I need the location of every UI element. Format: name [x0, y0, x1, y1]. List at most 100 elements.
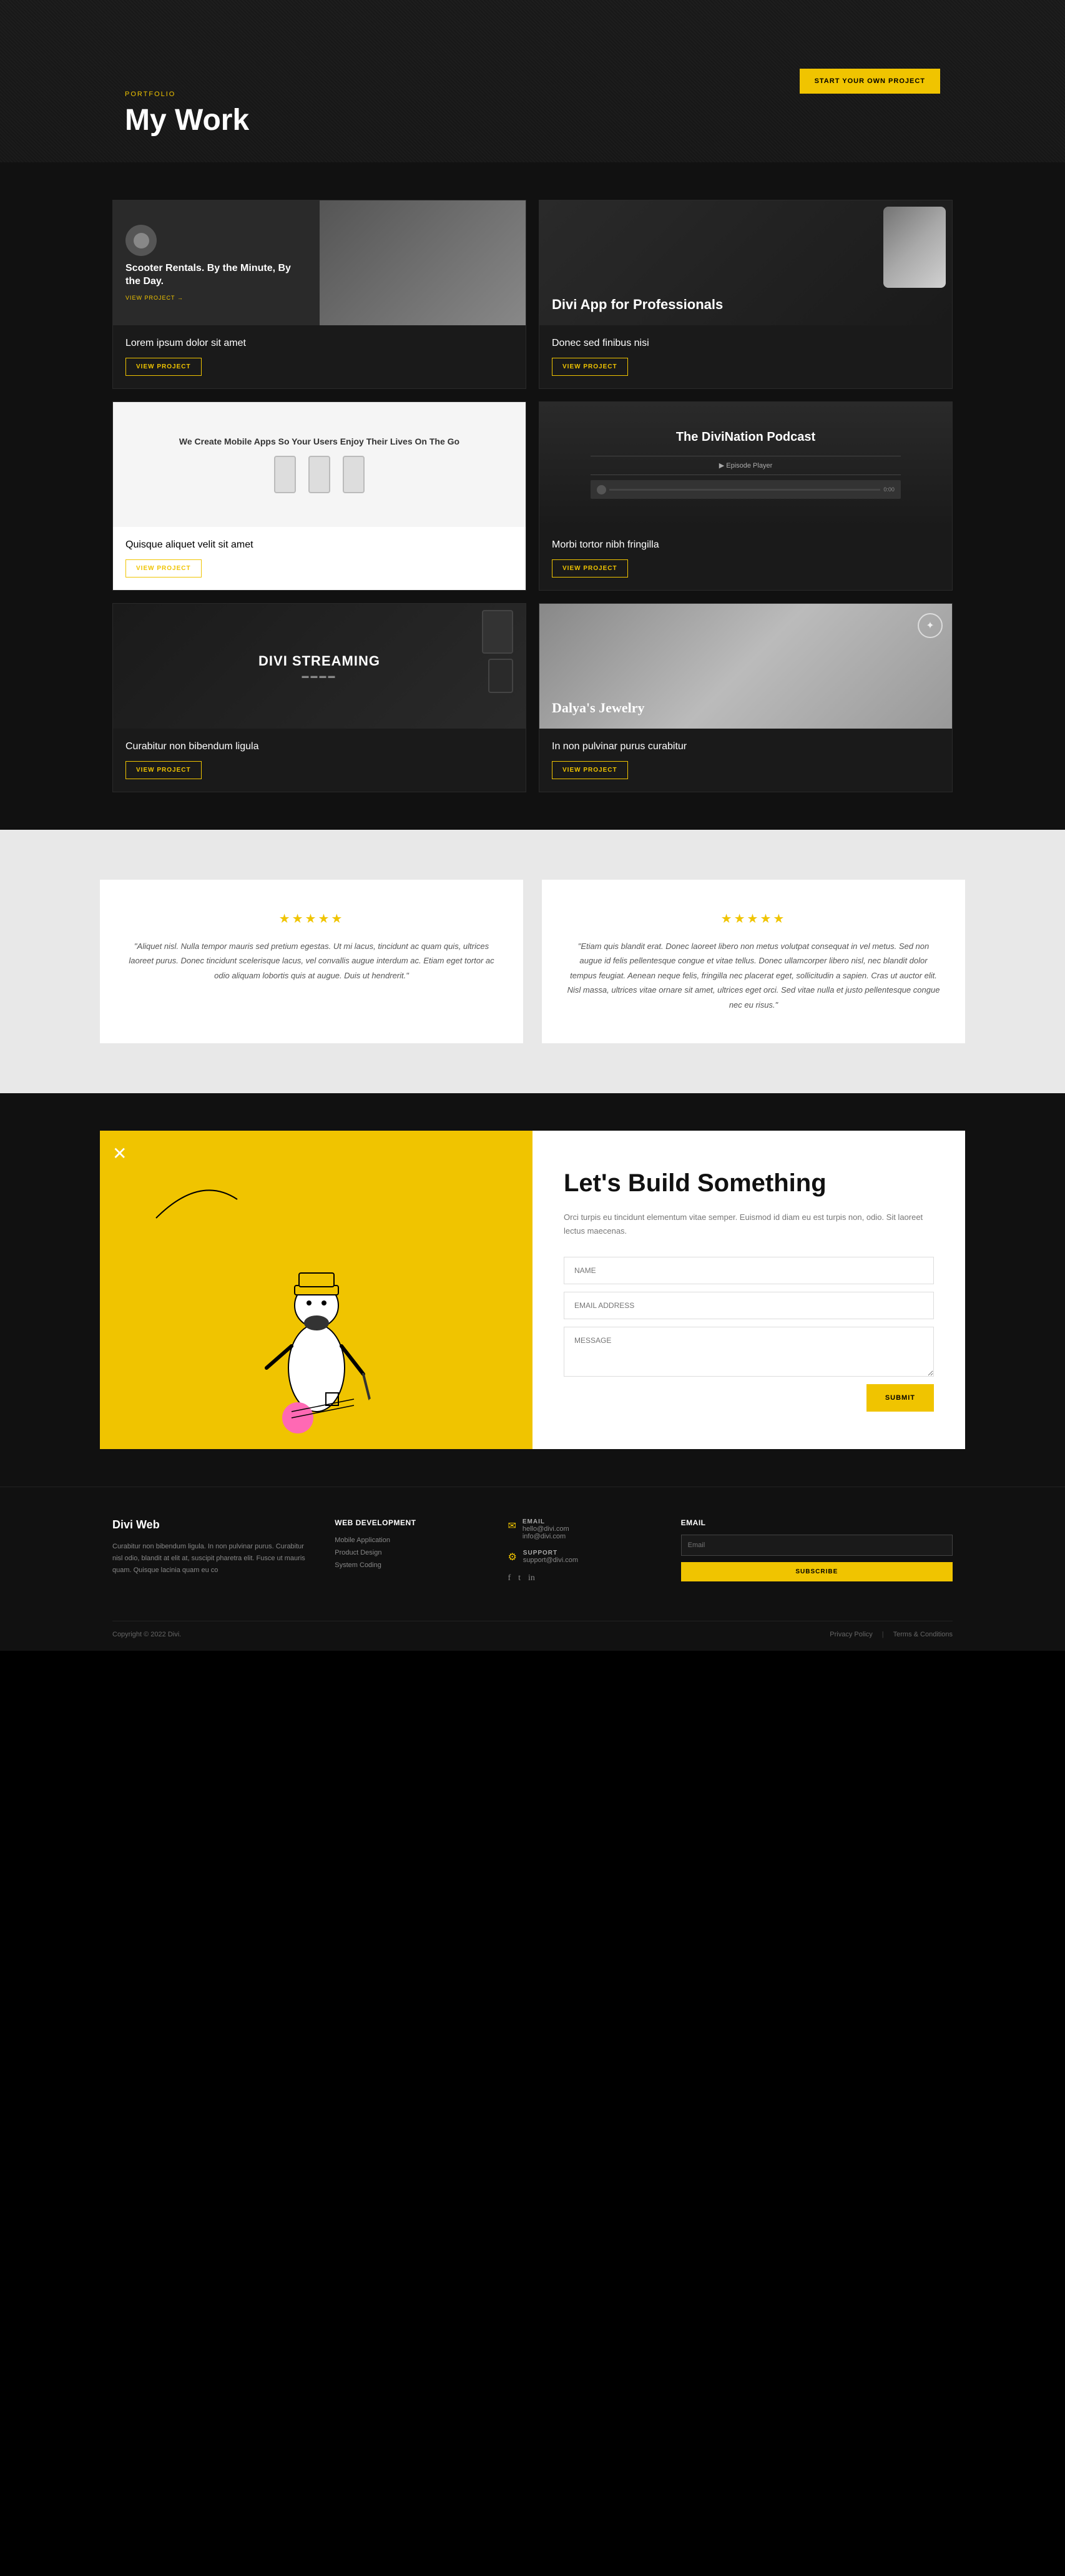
- person-svg: [254, 1231, 379, 1449]
- footer-link-product-design[interactable]: Product Design: [335, 1549, 483, 1556]
- mobile-icon-2: [308, 456, 330, 493]
- footer-nav-col: Web Development Mobile Application Produ…: [335, 1518, 483, 1596]
- footer-email-details: EMAIL hello@divi.com info@divi.com: [523, 1518, 569, 1540]
- project-thumb-jewelry: ✦ Dalya's Jewelry: [539, 604, 952, 729]
- footer-support-details: SUPPORT support@divi.com: [523, 1550, 578, 1564]
- cta-form: SUBMIT: [564, 1257, 934, 1412]
- newsletter-form: SUBSCRIBE: [681, 1535, 953, 1581]
- footer-support-label: SUPPORT: [523, 1550, 578, 1556]
- streaming-text: DIVI STREAMING ▬▬▬▬: [258, 653, 380, 680]
- envelope-icon: ✉: [508, 1520, 516, 1532]
- podcast-player: 0:00: [591, 480, 901, 499]
- footer-support-row: ⚙ SUPPORT support@divi.com: [508, 1550, 655, 1564]
- footer: Divi Web Curabitur non bibendum ligula. …: [0, 1487, 1065, 1651]
- instagram-icon[interactable]: in: [528, 1573, 535, 1583]
- scooter-inner: Scooter Rentals. By the Minute, By the D…: [113, 200, 526, 325]
- footer-grid: Divi Web Curabitur non bibendum ligula. …: [112, 1518, 953, 1596]
- project-thumb-streaming: DIVI STREAMING ▬▬▬▬: [113, 604, 526, 729]
- cta-description: Orci turpis eu tincidunt elementum vitae…: [564, 1211, 934, 1238]
- testimonials-section: ★★★★★ "Aliquet nisl. Nulla tempor mauris…: [0, 830, 1065, 1093]
- streaming-devices: [482, 610, 513, 693]
- support-icon: ⚙: [508, 1551, 516, 1563]
- stars-1: ★★★★★: [279, 911, 345, 927]
- divination-sub: ▶ Episode Player: [719, 461, 773, 469]
- project-card-jewelry: ✦ Dalya's Jewelry In non pulvinar purus …: [539, 603, 953, 792]
- scooter-image-area: [320, 200, 526, 325]
- cta-section: ✕: [0, 1093, 1065, 1487]
- footer-email-row: ✉ EMAIL hello@divi.com info@divi.com: [508, 1518, 655, 1540]
- scooter-thumb-title: Scooter Rentals. By the Minute, By the D…: [125, 262, 307, 288]
- project-card-streaming: DIVI STREAMING ▬▬▬▬ Curabitur non bibend…: [112, 603, 526, 792]
- project-thumb-divi-app: Divi App for Professionals: [539, 200, 952, 325]
- project-title-streaming: Curabitur non bibendum ligula: [125, 741, 513, 752]
- project-card-divi-app: Divi App for Professionals Donec sed fin…: [539, 200, 953, 389]
- mobile-icons: [274, 456, 365, 493]
- project-card-scooter: Scooter Rentals. By the Minute, By the D…: [112, 200, 526, 389]
- mobile-icon-3: [343, 456, 365, 493]
- name-input[interactable]: [564, 1257, 934, 1284]
- project-card-mobile: We Create Mobile Apps So Your Users Enjo…: [112, 401, 526, 591]
- email-input[interactable]: [564, 1292, 934, 1319]
- divination-thumb-inner: The DiviNation Podcast ▶ Episode Player …: [539, 402, 952, 527]
- cta-container: ✕: [100, 1131, 965, 1449]
- footer-link-system-coding[interactable]: System Coding: [335, 1561, 483, 1569]
- jewelry-emblem: ✦: [918, 613, 943, 638]
- view-project-btn-divination[interactable]: VIEW PROJECT: [552, 559, 628, 578]
- twitter-icon[interactable]: t: [518, 1573, 521, 1583]
- facebook-icon[interactable]: f: [508, 1573, 511, 1583]
- project-card-divination: The DiviNation Podcast ▶ Episode Player …: [539, 401, 953, 591]
- project-title-divination: Morbi tortor nibh fringilla: [552, 539, 940, 551]
- view-project-btn-streaming[interactable]: VIEW PROJECT: [125, 761, 202, 779]
- project-title-divi-app: Donec sed finibus nisi: [552, 338, 940, 349]
- testimonial-card-1: ★★★★★ "Aliquet nisl. Nulla tempor mauris…: [100, 880, 523, 1043]
- view-project-btn-scooter[interactable]: VIEW PROJECT: [125, 358, 202, 376]
- terms-link[interactable]: Terms & Conditions: [893, 1631, 953, 1638]
- footer-brand-name: Divi Web: [112, 1518, 310, 1531]
- view-project-btn-divi-app[interactable]: VIEW PROJECT: [552, 358, 628, 376]
- start-project-button[interactable]: START YOUR OWN PROJECT: [800, 69, 940, 94]
- hero-content: PORTFOLIO My Work: [125, 91, 800, 137]
- streaming-thumb-title: DIVI STREAMING: [258, 653, 380, 669]
- footer-legal-links: Privacy Policy | Terms & Conditions: [830, 1631, 953, 1638]
- hero-section: PORTFOLIO My Work START YOUR OWN PROJECT: [0, 0, 1065, 162]
- view-project-btn-mobile[interactable]: VIEW PROJECT: [125, 559, 202, 578]
- footer-newsletter-col: EMAIL SUBSCRIBE: [681, 1518, 953, 1596]
- hero-title: My Work: [125, 103, 800, 137]
- subscribe-button[interactable]: SUBSCRIBE: [681, 1562, 953, 1581]
- legal-separator: |: [882, 1631, 884, 1638]
- footer-support-value: support@divi.com: [523, 1556, 578, 1564]
- footer-email-label: EMAIL: [523, 1518, 569, 1525]
- footer-brand-desc: Curabitur non bibendum ligula. In non pu…: [112, 1541, 310, 1576]
- project-title-scooter: Lorem ipsum dolor sit amet: [125, 338, 513, 349]
- divi-app-thumb-title: Divi App for Professionals: [552, 297, 723, 313]
- project-title-jewelry: In non pulvinar purus curabitur: [552, 741, 940, 752]
- cta-left-panel: ✕: [100, 1131, 532, 1449]
- view-project-btn-jewelry[interactable]: VIEW PROJECT: [552, 761, 628, 779]
- testimonial-text-1: "Aliquet nisl. Nulla tempor mauris sed p…: [125, 939, 498, 983]
- portfolio-grid: Scooter Rentals. By the Minute, By the D…: [112, 200, 953, 792]
- divination-thumb-title: The DiviNation Podcast: [676, 430, 815, 445]
- project-thumb-divination: The DiviNation Podcast ▶ Episode Player …: [539, 402, 952, 527]
- cta-right-panel: Let's Build Something Orci turpis eu tin…: [532, 1131, 965, 1449]
- footer-link-mobile-app[interactable]: Mobile Application: [335, 1536, 483, 1544]
- footer-brand-col: Divi Web Curabitur non bibendum ligula. …: [112, 1518, 310, 1596]
- message-input[interactable]: [564, 1327, 934, 1377]
- footer-social: f t in: [508, 1573, 655, 1583]
- newsletter-email-input[interactable]: [681, 1535, 953, 1556]
- divi-app-thumb-inner: Divi App for Professionals: [539, 200, 952, 325]
- footer-contact-col: ✉ EMAIL hello@divi.com info@divi.com ⚙ S…: [508, 1518, 655, 1596]
- footer-email-1: hello@divi.com: [523, 1525, 569, 1533]
- footer-bottom: Copyright © 2022 Divi. Privacy Policy | …: [112, 1621, 953, 1638]
- footer-email-2: info@divi.com: [523, 1533, 569, 1540]
- mobile-thumb-inner: We Create Mobile Apps So Your Users Enjo…: [113, 402, 526, 527]
- cta-title: Let's Build Something: [564, 1168, 934, 1198]
- project-thumb-scooter: Scooter Rentals. By the Minute, By the D…: [113, 200, 526, 325]
- testimonial-text-2: "Etiam quis blandit erat. Donec laoreet …: [567, 939, 940, 1012]
- project-info-scooter: Lorem ipsum dolor sit amet VIEW PROJECT: [113, 325, 526, 388]
- project-info-jewelry: In non pulvinar purus curabitur VIEW PRO…: [539, 729, 952, 792]
- divi-app-image: [883, 207, 946, 288]
- privacy-policy-link[interactable]: Privacy Policy: [830, 1631, 872, 1638]
- footer-newsletter-label: EMAIL: [681, 1518, 953, 1527]
- scooter-text-area: Scooter Rentals. By the Minute, By the D…: [113, 212, 320, 313]
- submit-button[interactable]: SUBMIT: [866, 1384, 934, 1412]
